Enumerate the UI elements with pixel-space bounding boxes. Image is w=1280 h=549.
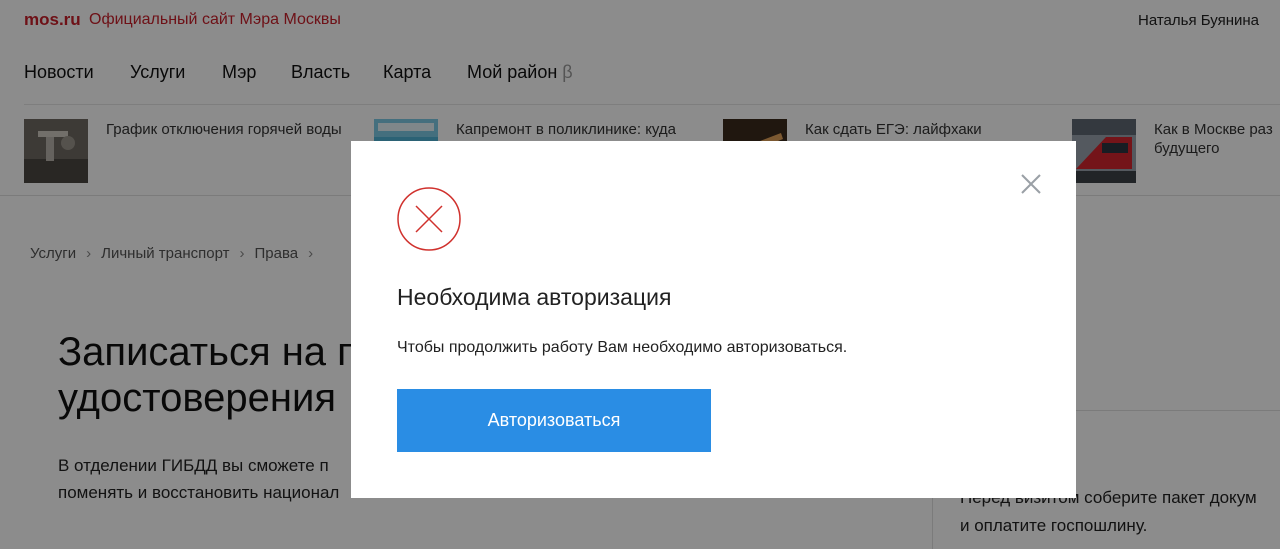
modal-message: Чтобы продолжить работу Вам необходимо а… [397, 339, 848, 356]
authorize-button[interactable]: Авторизоваться [397, 389, 711, 452]
close-icon[interactable] [1020, 173, 1042, 195]
modal-title: Необходима авторизация [397, 284, 672, 310]
error-x-icon [396, 186, 462, 252]
auth-modal: Необходима авторизация Чтобы продолжить … [351, 141, 1076, 498]
